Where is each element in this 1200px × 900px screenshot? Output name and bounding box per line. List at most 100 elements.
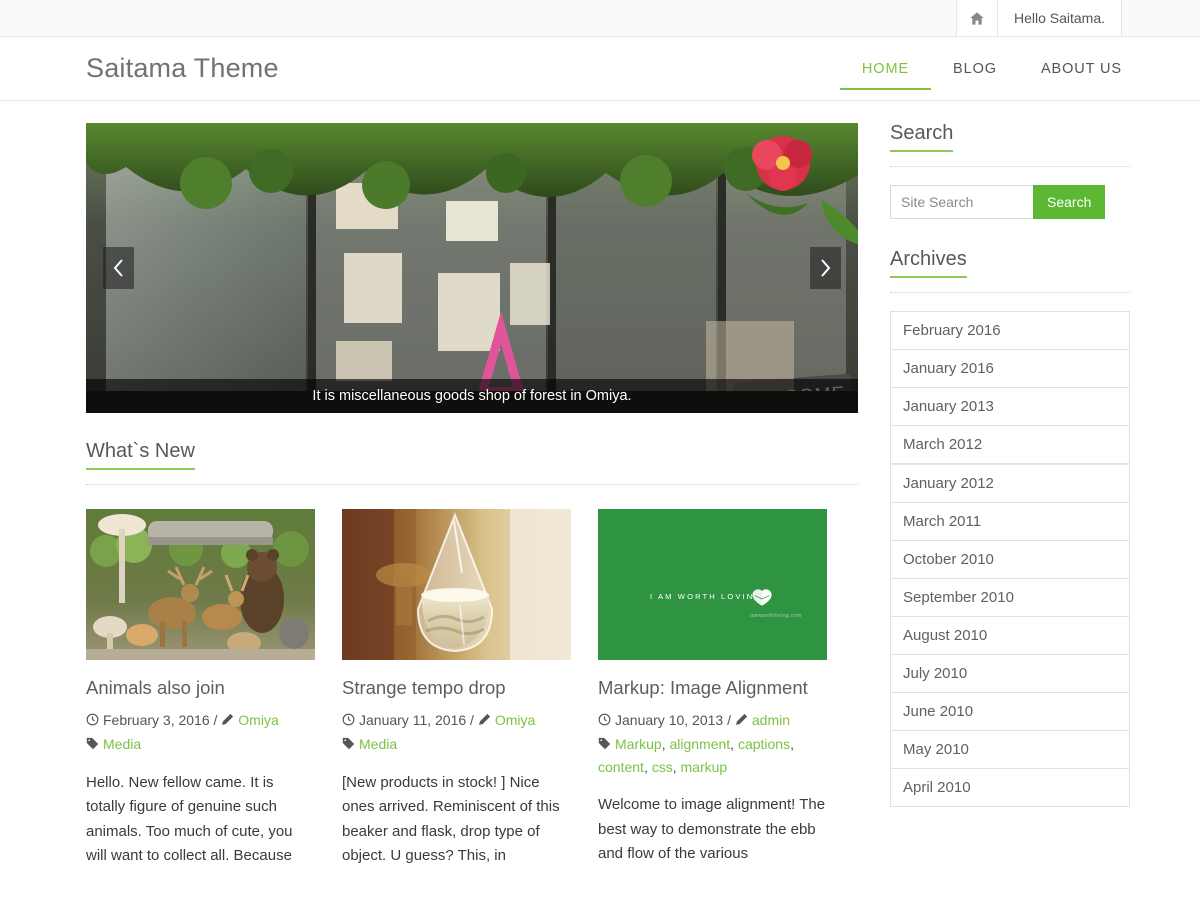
site-title[interactable]: Saitama Theme <box>86 55 840 82</box>
hero-slider[interactable]: WELCOME <box>86 123 858 413</box>
archives-widget-title: Archives <box>890 249 967 278</box>
post-tag[interactable]: css <box>652 759 673 775</box>
post-tag[interactable]: markup <box>681 759 728 775</box>
post-title[interactable]: Animals also join <box>86 676 315 699</box>
pencil-icon <box>478 710 491 732</box>
page-body: WELCOME <box>0 101 1200 883</box>
post-title[interactable]: Markup: Image Alignment <box>598 676 827 699</box>
thumb-headline: I AM WORTH LOVING <box>650 592 762 601</box>
main-navigation: HOME BLOG ABOUT US <box>839 37 1122 101</box>
post-author[interactable]: Omiya <box>495 712 535 728</box>
archive-link[interactable]: August 2010 <box>891 617 1129 654</box>
post-date: February 3, 2016 <box>103 712 210 729</box>
slider-prev-button[interactable] <box>103 247 134 289</box>
archive-link[interactable]: January 2012 <box>891 465 1129 502</box>
post-tag[interactable]: Media <box>359 736 397 752</box>
post-author[interactable]: Omiya <box>238 712 278 728</box>
thumb-credit: iamworthloving.com <box>750 613 801 619</box>
archives-widget: Archives February 2016 January 2016 Janu… <box>890 249 1130 807</box>
post-excerpt: Welcome to image alignment! The best way… <box>598 796 826 862</box>
list-item: May 2010 <box>890 731 1130 769</box>
list-item: July 2010 <box>890 655 1130 693</box>
list-item: August 2010 <box>890 617 1130 655</box>
archive-link[interactable]: July 2010 <box>891 655 1129 692</box>
search-form: Search <box>890 185 1130 219</box>
post-card: Animals also join February 3, 2016 / Omi… <box>86 509 315 883</box>
post-tag[interactable]: content <box>598 759 644 775</box>
nav-item-home[interactable]: HOME <box>839 37 932 101</box>
post-grid: Animals also join February 3, 2016 / Omi… <box>86 509 858 883</box>
meta-separator: / <box>727 712 731 729</box>
chevron-right-icon <box>820 259 831 277</box>
pencil-icon <box>221 710 234 732</box>
post-date: January 10, 2013 <box>615 712 724 729</box>
greeting-text: Hello Saitama. <box>996 0 1122 36</box>
section-divider <box>86 484 858 485</box>
list-item: February 2016 <box>890 312 1130 350</box>
archive-link[interactable]: January 2013 <box>891 388 1129 425</box>
tag-icon <box>598 734 611 756</box>
slider-next-button[interactable] <box>810 247 841 289</box>
post-tag[interactable]: alignment <box>669 736 730 752</box>
archive-link[interactable]: February 2016 <box>891 312 1129 349</box>
search-input[interactable] <box>890 185 1033 219</box>
tag-icon <box>86 734 99 756</box>
section-title: What`s New <box>86 441 195 470</box>
post-meta: February 3, 2016 / Omiya Media <box>86 709 315 756</box>
clock-icon <box>342 710 355 732</box>
clock-icon <box>86 710 99 732</box>
list-item: March 2011 <box>890 503 1130 541</box>
post-thumbnail[interactable] <box>86 509 315 660</box>
list-item: June 2010 <box>890 693 1130 731</box>
widget-divider <box>890 166 1130 167</box>
archive-link[interactable]: January 2016 <box>891 350 1129 387</box>
chevron-left-icon <box>113 259 124 277</box>
slide-image: WELCOME <box>86 123 858 413</box>
list-item: October 2010 <box>890 541 1130 579</box>
meta-separator: / <box>470 712 474 729</box>
home-icon <box>970 11 984 25</box>
post-excerpt: [New products in stock! ] Nice ones arri… <box>342 773 560 864</box>
list-item: March 2012 <box>890 426 1130 464</box>
site-header: Saitama Theme HOME BLOG ABOUT US <box>0 37 1200 101</box>
post-thumbnail[interactable] <box>342 509 571 660</box>
archive-link[interactable]: April 2010 <box>891 769 1129 806</box>
post-tag[interactable]: Markup <box>615 736 662 752</box>
archive-link[interactable]: May 2010 <box>891 731 1129 768</box>
sidebar: Search Search Archives February 2016 Jan… <box>890 123 1130 883</box>
pencil-icon <box>735 710 748 732</box>
post-author[interactable]: admin <box>752 712 790 728</box>
list-item: January 2013 <box>890 388 1130 426</box>
archive-link[interactable]: October 2010 <box>891 541 1129 578</box>
green-i-am-worth-loving-graphic: I AM WORTH LOVING iamworthloving.com <box>598 509 827 660</box>
widget-divider <box>890 292 1130 293</box>
post-title[interactable]: Strange tempo drop <box>342 676 571 699</box>
nav-item-blog[interactable]: BLOG <box>931 37 1019 101</box>
post-thumbnail[interactable]: I AM WORTH LOVING iamworthloving.com <box>598 509 827 660</box>
clock-icon <box>598 710 611 732</box>
meta-separator: / <box>213 712 218 729</box>
post-tag[interactable]: Media <box>103 736 141 752</box>
home-link[interactable] <box>955 0 997 36</box>
archive-link[interactable]: June 2010 <box>891 693 1129 730</box>
search-widget: Search Search <box>890 123 1130 219</box>
post-meta: January 10, 2013 / admin Markup, alignme… <box>598 710 794 775</box>
archive-link[interactable]: September 2010 <box>891 579 1129 616</box>
main-content: WELCOME <box>86 123 858 883</box>
archive-link[interactable]: March 2011 <box>891 503 1129 540</box>
post-excerpt: Hello. New fellow came. It is totally fi… <box>86 773 293 864</box>
list-item: January 2016 <box>890 350 1130 388</box>
top-utility-bar: Hello Saitama. <box>0 0 1200 37</box>
post-card: Strange tempo drop January 11, 2016 / Om… <box>342 509 571 883</box>
post-card: I AM WORTH LOVING iamworthloving.com Mar… <box>598 509 827 883</box>
search-widget-title: Search <box>890 123 954 152</box>
archive-link[interactable]: March 2012 <box>891 426 1129 463</box>
post-date: January 11, 2016 <box>359 712 467 729</box>
list-item: January 2012 <box>890 464 1130 503</box>
post-tag[interactable]: captions <box>738 736 790 752</box>
post-meta: January 11, 2016 / Omiya Media <box>342 709 571 756</box>
tag-icon <box>342 734 355 756</box>
slider-caption: It is miscellaneous goods shop of forest… <box>86 379 858 413</box>
search-button[interactable]: Search <box>1033 185 1106 219</box>
nav-item-about-us[interactable]: ABOUT US <box>1019 37 1122 101</box>
